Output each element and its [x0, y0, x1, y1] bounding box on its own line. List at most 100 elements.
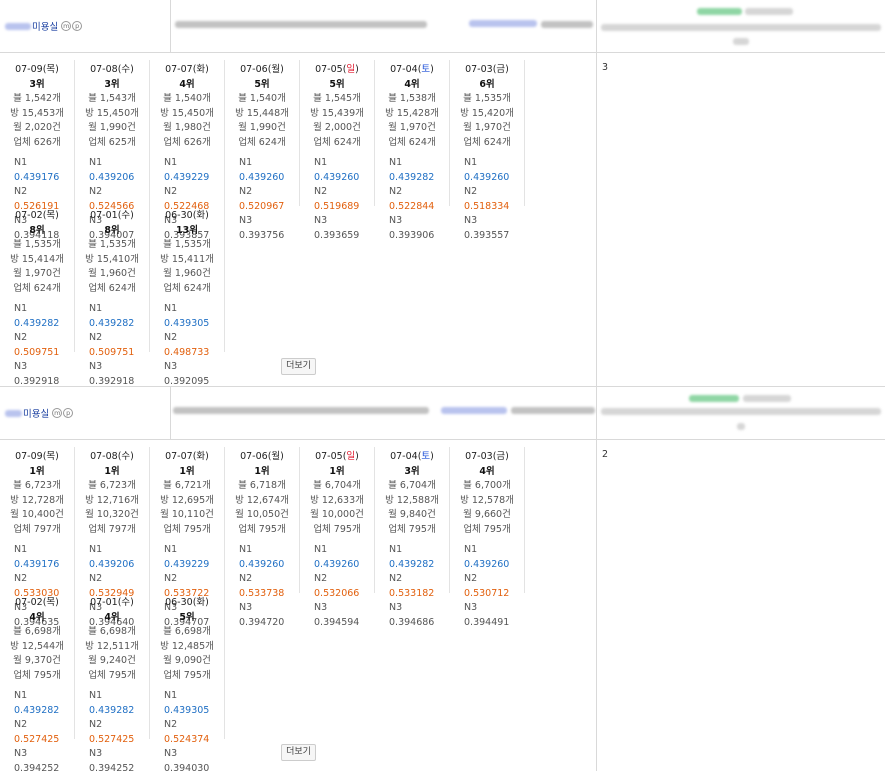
shop-link[interactable]: 미용실 — [23, 406, 49, 420]
n2-value: 0.509751 — [14, 346, 60, 358]
card-date: 07-05(일) — [315, 451, 359, 462]
rank-history-area: 07-09(목) 1위 블 6,723개 방 12,728개 월 10,400건 업체 7… — [0, 440, 597, 771]
n2-value: 0.509751 — [89, 346, 135, 358]
shop-name: 미용실 m p — [5, 19, 83, 33]
date-value: 07-07 — [165, 451, 193, 462]
n1-value: 0.439206 — [89, 171, 135, 183]
rank-card: 07-03(금) 6위 블 1,535개 방 15,420개 월 1,970건 업체 62… — [450, 60, 525, 241]
business-count: 업체 795개 — [163, 523, 211, 535]
card-date: 07-07(화) — [165, 64, 209, 75]
rank-card: 06-30(화) 13위 블 1,535개 방 15,411개 월 1,960건 업체 6… — [150, 206, 225, 387]
redacted-text — [737, 423, 745, 430]
n1-score: N1 0.439260 — [314, 544, 360, 570]
n1-value: 0.439282 — [389, 558, 435, 570]
n1-value: 0.439260 — [314, 171, 360, 183]
listing-block-1: 미용실 m p 07-09(목) 3위 블 1,542개 방 15,453개 월 2,0… — [0, 0, 885, 387]
count-value: 2 — [602, 449, 609, 460]
n2-value: 0.498733 — [164, 346, 210, 358]
p-badge-icon[interactable]: p — [72, 21, 83, 31]
weekday: 목 — [46, 64, 56, 75]
rank-history-area: 07-09(목) 3위 블 1,542개 방 15,453개 월 2,020건 업체 62… — [0, 53, 597, 387]
redacted-text — [441, 407, 507, 414]
monthly-searches: 월 2,020건 — [13, 122, 61, 133]
card-date: 07-02(목) — [15, 597, 59, 608]
rank-value: 1위 — [179, 465, 195, 477]
business-count: 업체 624개 — [463, 136, 511, 148]
blog-count: 블 1,543개 — [88, 93, 136, 104]
rank-value: 1위 — [329, 465, 345, 477]
shop-link[interactable]: 미용실 — [32, 19, 58, 33]
n2-score: N2 0.519689 — [314, 186, 360, 212]
rank-value: 5위 — [179, 611, 195, 623]
rank-value: 4위 — [104, 611, 120, 623]
business-count: 업체 624개 — [313, 136, 361, 148]
n1-value: 0.439282 — [389, 171, 435, 183]
business-count: 업체 624개 — [163, 282, 211, 294]
visitor-count: 방 15,450개 — [85, 107, 139, 119]
monthly-searches: 월 10,400건 — [10, 509, 64, 520]
n2-value: 0.527425 — [14, 733, 60, 745]
shop-description-cell — [171, 0, 597, 52]
weekday: 월 — [271, 64, 281, 75]
business-count: 업체 795개 — [463, 523, 511, 535]
date-value: 07-04 — [390, 64, 418, 75]
redacted-text — [511, 407, 595, 414]
rank-card: 07-08(수) 1위 블 6,723개 방 12,716개 월 10,320건 업체 7… — [75, 447, 150, 628]
more-button[interactable]: 더보기 — [281, 744, 316, 761]
weekday: 토 — [421, 64, 431, 75]
rank-value: 4위 — [404, 78, 420, 90]
date-value: 07-03 — [465, 451, 493, 462]
n1-value: 0.439260 — [314, 558, 360, 570]
n1-value: 0.439282 — [14, 704, 60, 716]
business-count: 업체 624개 — [238, 136, 286, 148]
n3-score: N3 0.392095 — [164, 361, 210, 387]
rank-card: 07-05(일) 5위 블 1,545개 방 15,439개 월 2,000건 업체 62… — [300, 60, 375, 241]
m-badge-icon[interactable]: m — [61, 21, 72, 31]
card-date: 06-30(화) — [165, 597, 209, 608]
visitor-count: 방 12,716개 — [85, 494, 139, 506]
m-badge-icon[interactable]: m — [52, 408, 63, 418]
n3-value: 0.394686 — [389, 616, 435, 628]
visitor-count: 방 15,450개 — [160, 107, 214, 119]
monthly-searches: 월 1,970건 — [388, 122, 436, 133]
n2-score: N2 0.509751 — [14, 332, 60, 358]
monthly-searches: 월 10,050건 — [235, 509, 289, 520]
rank-value: 8위 — [104, 224, 120, 236]
more-button[interactable]: 더보기 — [281, 358, 316, 375]
business-count: 업체 797개 — [13, 523, 61, 535]
business-count: 업체 795개 — [163, 669, 211, 681]
n1-score: N1 0.439260 — [464, 544, 510, 570]
blog-count: 블 1,542개 — [13, 93, 61, 104]
visitor-count: 방 12,485개 — [160, 640, 214, 652]
blog-count: 블 6,723개 — [13, 480, 61, 491]
n2-score: N2 0.509751 — [89, 332, 135, 358]
p-badge-icon[interactable]: p — [63, 408, 74, 418]
monthly-searches: 월 9,090건 — [163, 655, 211, 666]
card-date: 07-04(토) — [390, 451, 434, 462]
n2-score: N2 0.524374 — [164, 719, 210, 745]
n1-value: 0.439305 — [164, 704, 210, 716]
rank-value: 3위 — [104, 78, 120, 90]
n2-score: N2 0.533182 — [389, 573, 435, 599]
n3-score: N3 0.394686 — [389, 602, 435, 628]
rank-card: 07-09(목) 3위 블 1,542개 방 15,453개 월 2,020건 업체 62… — [0, 60, 75, 241]
blog-count: 블 6,700개 — [463, 480, 511, 491]
n3-score: N3 0.393557 — [464, 215, 510, 241]
n1-score: N1 0.439260 — [314, 157, 360, 183]
n3-value: 0.394720 — [239, 616, 285, 628]
weekday: 수 — [121, 64, 131, 75]
n3-score: N3 0.394030 — [150, 747, 224, 771]
blog-count: 블 6,704개 — [388, 480, 436, 491]
business-count: 업체 626개 — [13, 136, 61, 148]
visitor-count: 방 12,728개 — [10, 494, 64, 506]
n3-value: 0.394491 — [464, 616, 510, 628]
n3-value: 0.393659 — [314, 229, 360, 241]
n2-score: N2 0.498733 — [164, 332, 210, 358]
blog-count: 블 6,698개 — [13, 626, 61, 637]
n1-score: N1 0.439305 — [164, 303, 210, 329]
n2-score: N2 0.527425 — [89, 719, 135, 745]
visitor-count: 방 15,453개 — [10, 107, 64, 119]
n2-value: 0.519689 — [314, 200, 360, 212]
n2-score: N2 0.520967 — [239, 186, 285, 212]
date-value: 07-08 — [90, 64, 118, 75]
